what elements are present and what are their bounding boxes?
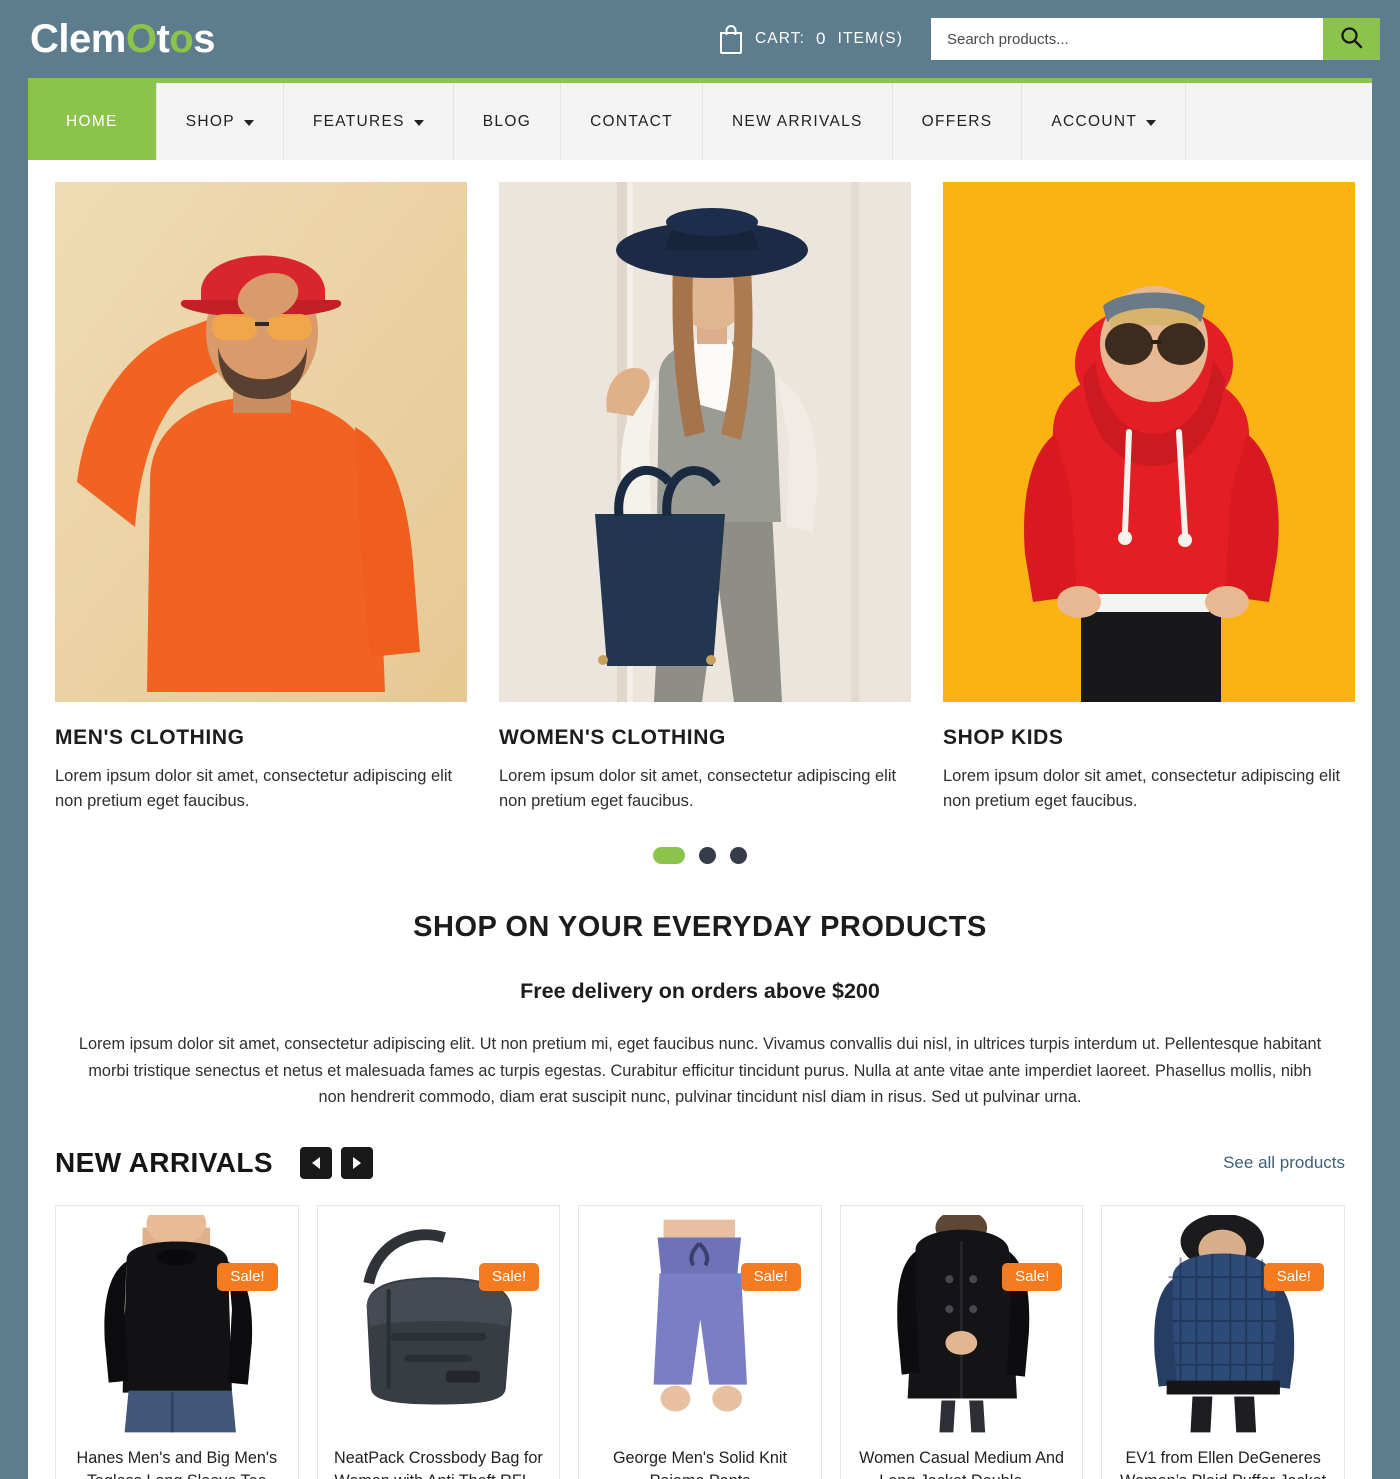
hero-title-kids: SHOP KIDS — [943, 726, 1064, 749]
nav-item-contact[interactable]: CONTACT — [561, 83, 703, 160]
product-card-1[interactable]: Sale! Hanes Men's and Big Men's Tagless … — [55, 1205, 299, 1479]
product-list: Sale! Hanes Men's and Big Men's Tagless … — [55, 1205, 1345, 1479]
cart-count: 0 — [816, 29, 827, 48]
header-right-group: CART: 0 ITEM(S) — [718, 0, 1380, 78]
chevron-down-icon — [243, 120, 254, 126]
product-card-2[interactable]: Sale! NeatPack Crossbody Bag for Women w… — [316, 1205, 561, 1479]
logo-part-o2: o — [169, 17, 194, 61]
nav-item-home[interactable]: HOME — [28, 83, 157, 160]
carousel-dots — [28, 847, 1372, 865]
site-logo[interactable]: ClemOtos — [30, 19, 215, 59]
content-shell: HOME SHOP FEATURES BLOG CONTACT NEW ARRI… — [28, 78, 1372, 1479]
page-root: ClemOtos CART: 0 ITEM(S) Search products… — [0, 0, 1400, 1479]
site-header: ClemOtos CART: 0 ITEM(S) — [0, 0, 1400, 78]
cart-unit-label: ITEM(S) — [837, 30, 903, 47]
nav-label-features: FEATURES — [312, 112, 405, 130]
product-name-2: NeatPack Crossbody Bag for Women with An… — [334, 1449, 543, 1479]
chevron-down-icon — [413, 120, 424, 126]
nav-item-offers[interactable]: OFFERS — [893, 83, 1023, 160]
product-card-4[interactable]: Sale! Women Casual Medium And Long Jacke… — [839, 1205, 1084, 1479]
hero-card-womens[interactable]: WOMEN'S CLOTHING Lorem ipsum dolor sit a… — [499, 182, 911, 814]
chevron-right-icon — [352, 1157, 361, 1170]
carousel-arrow-group — [299, 1147, 373, 1180]
hero-desc-kids: Lorem ipsum dolor sit amet, consectetur … — [943, 767, 1341, 811]
nav-filler — [1186, 83, 1372, 160]
cart-label: CART: — [755, 30, 806, 47]
nav-label-contact: CONTACT — [590, 112, 673, 130]
nav-item-account[interactable]: ACCOUNT — [1022, 83, 1187, 160]
carousel-dot-3[interactable] — [730, 847, 747, 865]
sale-badge-4: Sale! — [1002, 1263, 1063, 1292]
nav-item-blog[interactable]: BLOG — [454, 83, 562, 160]
carousel-prev-button[interactable] — [299, 1147, 332, 1180]
new-arrivals-title: NEW ARRIVALS — [55, 1147, 273, 1179]
nav-label-home: HOME — [66, 112, 118, 130]
logo-part-o: O — [125, 17, 157, 61]
promo-subheading: Free delivery on orders above $200 — [520, 979, 880, 1004]
logo-part-t: t — [156, 17, 170, 61]
nav-item-new-arrivals[interactable]: NEW ARRIVALS — [703, 83, 893, 160]
chevron-down-icon — [1146, 120, 1157, 126]
nav-label-shop: SHOP — [185, 112, 235, 130]
sale-badge-3: Sale! — [740, 1263, 801, 1292]
nav-label-blog: BLOG — [482, 112, 532, 130]
search-button[interactable] — [1322, 18, 1380, 60]
hero-image-mens[interactable] — [55, 182, 467, 702]
product-name-5: EV1 from Ellen DeGeneres Women’s Plaid P… — [1120, 1449, 1326, 1479]
product-name-3: George Men's Solid Knit Pajama Pants — [612, 1449, 788, 1479]
shopping-bag-icon — [718, 24, 744, 54]
hero-card-kids[interactable]: SHOP KIDS Lorem ipsum dolor sit amet, co… — [943, 182, 1355, 814]
hero-image-womens[interactable] — [499, 182, 911, 702]
product-image-3[interactable]: Sale! — [588, 1215, 812, 1434]
nav-label-offers: OFFERS — [921, 112, 993, 130]
hero-title-womens: WOMEN'S CLOTHING — [499, 726, 726, 749]
product-name-1: Hanes Men's and Big Men's Tagless Long S… — [76, 1449, 278, 1479]
hero-desc-mens: Lorem ipsum dolor sit amet, consectetur … — [55, 767, 453, 811]
see-all-products-link[interactable]: See all products — [1223, 1153, 1345, 1173]
product-image-5[interactable]: Sale! — [1111, 1215, 1335, 1434]
carousel-next-button[interactable] — [340, 1147, 373, 1180]
nav-item-features[interactable]: FEATURES — [284, 83, 454, 160]
chevron-left-icon — [311, 1157, 320, 1170]
carousel-dot-1[interactable] — [653, 847, 685, 865]
nav-label-account: ACCOUNT — [1051, 112, 1138, 130]
search-input[interactable] — [930, 18, 1323, 60]
promo-paragraph: Lorem ipsum dolor sit amet, consectetur … — [78, 1035, 1322, 1106]
product-card-5[interactable]: Sale! EV1 from Ellen DeGeneres Women’s P… — [1101, 1205, 1345, 1479]
main-navigation: HOME SHOP FEATURES BLOG CONTACT NEW ARRI… — [28, 83, 1372, 160]
carousel-dot-2[interactable] — [699, 847, 716, 865]
product-image-2[interactable]: Sale! — [326, 1215, 551, 1434]
search-icon — [1340, 26, 1363, 52]
cart-summary[interactable]: CART: 0 ITEM(S) — [718, 24, 903, 54]
product-image-1[interactable]: Sale! — [65, 1215, 289, 1434]
new-arrivals-header: NEW ARRIVALS See all products — [55, 1147, 1345, 1180]
hero-image-kids[interactable] — [943, 182, 1355, 702]
hero-title-mens: MEN'S CLOTHING — [55, 726, 245, 749]
hero-card-mens[interactable]: MEN'S CLOTHING Lorem ipsum dolor sit ame… — [55, 182, 467, 814]
sale-badge-1: Sale! — [217, 1263, 278, 1292]
logo-part-1: Clem — [30, 17, 126, 61]
nav-item-shop[interactable]: SHOP — [157, 83, 284, 160]
hero-desc-womens: Lorem ipsum dolor sit amet, consectetur … — [499, 767, 897, 811]
hero-carousel: MEN'S CLOTHING Lorem ipsum dolor sit ame… — [28, 160, 1372, 814]
promo-heading: SHOP ON YOUR EVERYDAY PRODUCTS — [413, 911, 987, 944]
nav-label-new-arrivals: NEW ARRIVALS — [731, 112, 863, 130]
product-name-4: Women Casual Medium And Long Jacket Doub… — [859, 1449, 1064, 1479]
product-card-3[interactable]: Sale! George Men's Solid Knit Pajama Pan… — [578, 1205, 822, 1479]
product-image-4[interactable]: Sale! — [849, 1215, 1074, 1434]
sale-badge-2: Sale! — [478, 1263, 540, 1292]
promo-section: SHOP ON YOUR EVERYDAY PRODUCTS Free deli… — [28, 911, 1372, 1110]
logo-part-s: s — [193, 17, 215, 61]
search-form — [930, 18, 1380, 60]
sale-badge-5: Sale! — [1263, 1263, 1324, 1292]
